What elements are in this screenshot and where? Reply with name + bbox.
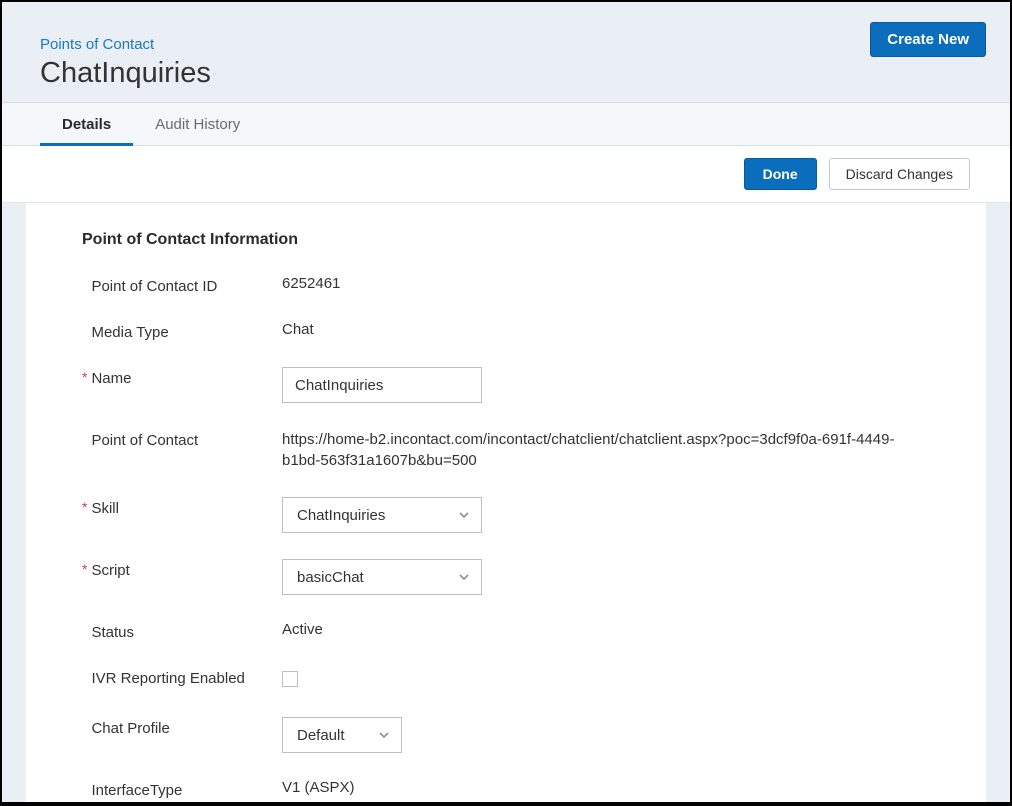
row-name: * Name [82, 367, 930, 403]
chevron-down-icon [377, 728, 391, 742]
label-status: Status [91, 624, 134, 641]
tab-details[interactable]: Details [40, 104, 133, 146]
value-status: Active [282, 621, 930, 638]
label-interface-type: InterfaceType [91, 782, 182, 799]
app-window: Create New Points of Contact ChatInquiri… [2, 2, 1010, 802]
discard-changes-button[interactable]: Discard Changes [829, 158, 970, 190]
chevron-down-icon [457, 508, 471, 522]
chat-profile-select[interactable]: Default [282, 717, 402, 753]
required-marker: * [82, 370, 87, 384]
row-status: * Status Active [82, 621, 930, 641]
tab-audit-history[interactable]: Audit History [133, 104, 262, 146]
required-marker: * [82, 562, 87, 576]
label-poc: Point of Contact [91, 432, 198, 449]
breadcrumb: Points of Contact [2, 2, 1010, 53]
chat-profile-select-value: Default [297, 727, 345, 744]
value-interface-type: V1 (ASPX) [282, 779, 930, 796]
value-poc-id: 6252461 [282, 275, 930, 292]
name-input[interactable] [282, 367, 482, 403]
chevron-down-icon [457, 570, 471, 584]
row-poc-id: * Point of Contact ID 6252461 [82, 275, 930, 295]
row-script: * Script basicChat [82, 559, 930, 595]
row-poc-url: * Point of Contact https://home-b2.incon… [82, 429, 930, 471]
script-select-value: basicChat [297, 569, 364, 586]
row-skill: * Skill ChatInquiries [82, 497, 930, 533]
tab-bar: Details Audit History [2, 102, 1010, 146]
label-chat-profile: Chat Profile [91, 720, 169, 737]
value-poc-url: https://home-b2.incontact.com/incontact/… [282, 429, 930, 471]
page-title: ChatInquiries [2, 53, 1010, 102]
value-media-type: Chat [282, 321, 930, 338]
section-title: Point of Contact Information [82, 231, 930, 249]
skill-select-value: ChatInquiries [297, 507, 385, 524]
ivr-checkbox[interactable] [282, 671, 298, 687]
label-skill: Skill [91, 500, 119, 517]
form-content: Point of Contact Information * Point of … [26, 203, 986, 802]
create-new-button[interactable]: Create New [870, 22, 986, 57]
label-poc-id: Point of Contact ID [91, 278, 217, 295]
done-button[interactable]: Done [744, 158, 817, 190]
label-media-type: Media Type [91, 324, 168, 341]
script-select[interactable]: basicChat [282, 559, 482, 595]
action-bar: Done Discard Changes [2, 146, 1010, 203]
row-interface-type: * InterfaceType V1 (ASPX) [82, 779, 930, 799]
label-script: Script [91, 562, 129, 579]
required-marker: * [82, 500, 87, 514]
row-ivr: * IVR Reporting Enabled [82, 667, 930, 691]
row-chat-profile: * Chat Profile Default [82, 717, 930, 753]
label-ivr: IVR Reporting Enabled [91, 670, 244, 687]
row-media-type: * Media Type Chat [82, 321, 930, 341]
skill-select[interactable]: ChatInquiries [282, 497, 482, 533]
breadcrumb-link[interactable]: Points of Contact [40, 36, 154, 53]
label-name: Name [91, 370, 131, 387]
